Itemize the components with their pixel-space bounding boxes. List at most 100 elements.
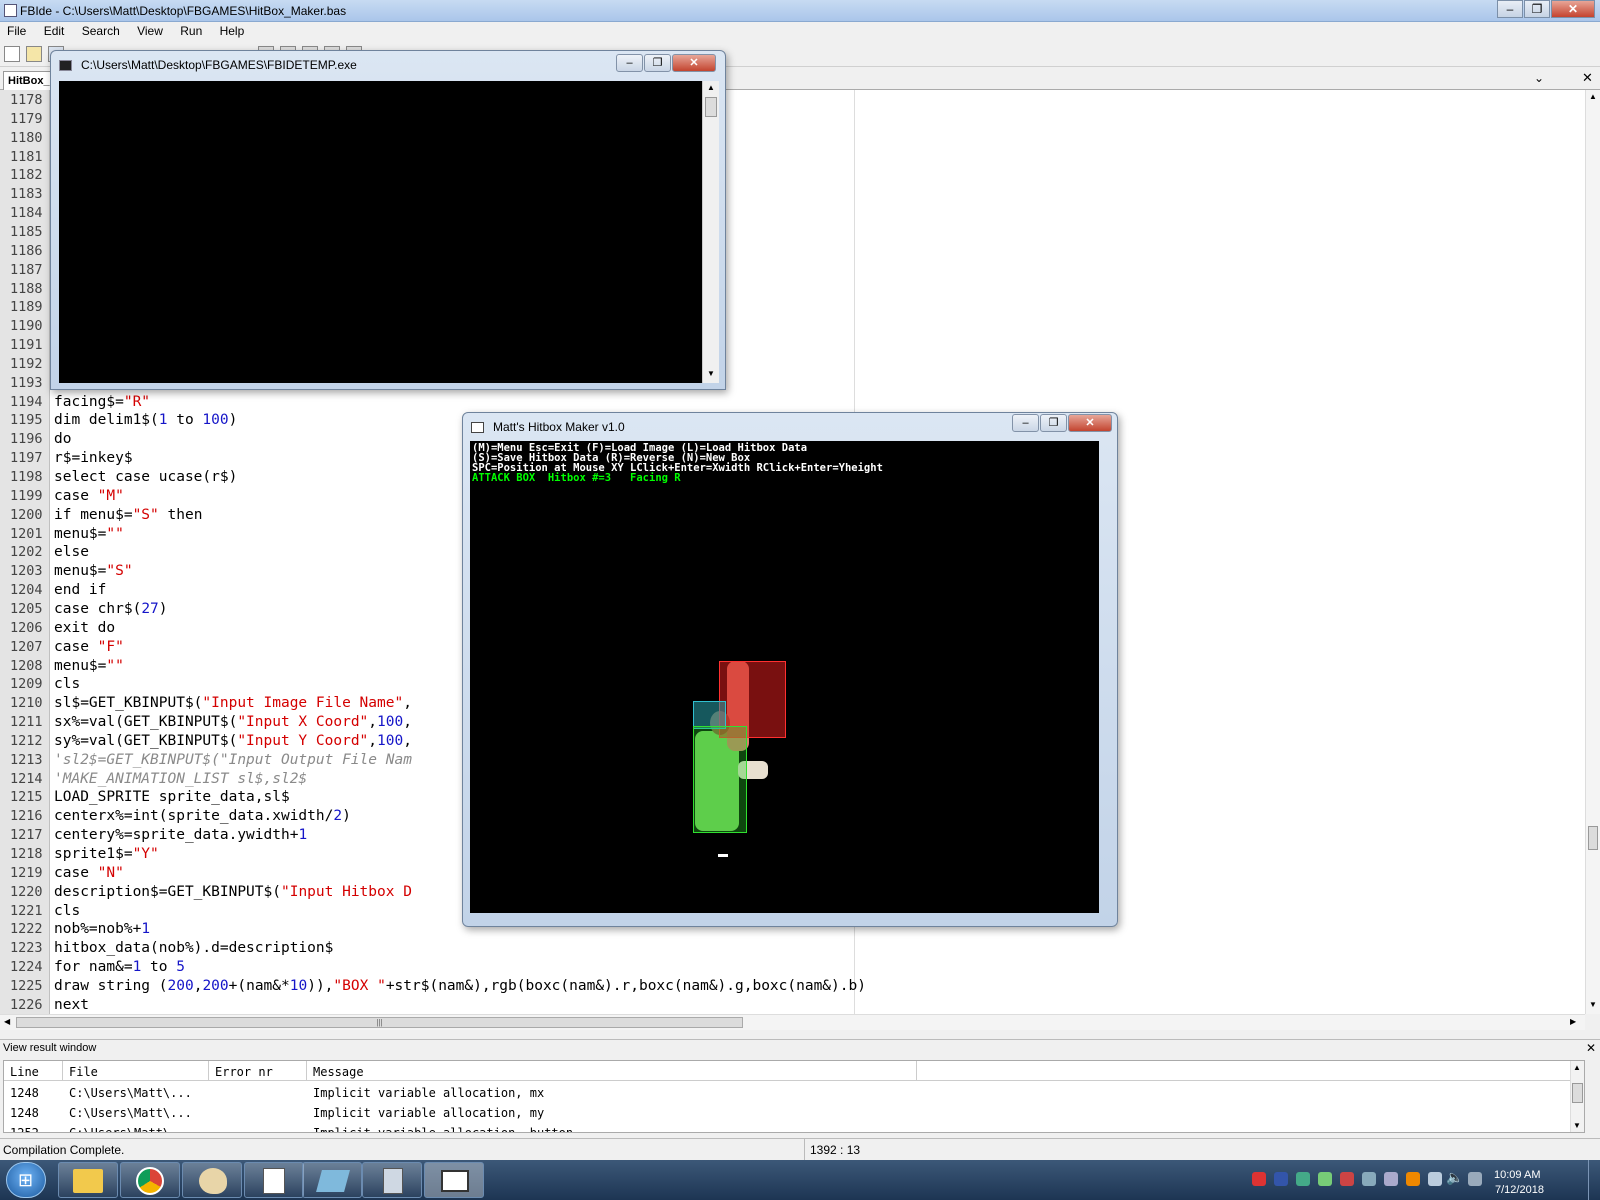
menu-search[interactable]: Search bbox=[75, 22, 127, 40]
code-line[interactable]: LOAD_SPRITE sprite_data,sl$ bbox=[54, 789, 290, 805]
result-cell-message[interactable]: Implicit variable allocation, my bbox=[307, 1106, 550, 1120]
console-scroll-thumb[interactable] bbox=[705, 97, 717, 117]
result-scroll-up-icon[interactable]: ▲ bbox=[1573, 1063, 1581, 1072]
open-file-icon[interactable] bbox=[26, 46, 42, 62]
code-line[interactable]: nob%=nob%+1 bbox=[54, 921, 150, 937]
code-line[interactable]: menu$="S" bbox=[54, 563, 133, 579]
close-tab-icon[interactable]: ✕ bbox=[1582, 70, 1593, 86]
console-scroll-up-icon[interactable]: ▲ bbox=[707, 83, 715, 92]
console-window[interactable]: C:\Users\Matt\Desktop\FBGAMES\FBIDETEMP.… bbox=[50, 50, 726, 390]
scroll-left-icon[interactable]: ◀ bbox=[4, 1017, 10, 1026]
tray-network-monitor-icon[interactable] bbox=[1296, 1172, 1310, 1186]
tray-keyboard-icon[interactable] bbox=[1468, 1172, 1482, 1186]
code-line[interactable]: 'MAKE_ANIMATION_LIST sl$,sl2$ bbox=[54, 771, 307, 787]
code-line[interactable]: end if bbox=[54, 582, 106, 598]
code-line[interactable]: description$=GET_KBINPUT$("Input Hitbox … bbox=[54, 884, 412, 900]
result-cell-file[interactable]: C:\Users\Matt\... bbox=[63, 1126, 198, 1132]
code-line[interactable]: case "M" bbox=[54, 488, 124, 504]
hitbox-canvas[interactable]: (M)=Menu Esc=Exit (F)=Load Image (L)=Loa… bbox=[470, 441, 1099, 913]
console-close-button[interactable]: ✕ bbox=[672, 54, 716, 72]
menu-help[interactable]: Help bbox=[213, 22, 252, 40]
menu-view[interactable]: View bbox=[130, 22, 170, 40]
code-line[interactable]: draw string (200,200+(nam&*10)),"BOX "+s… bbox=[54, 978, 866, 994]
result-cell-file[interactable]: C:\Users\Matt\... bbox=[63, 1086, 198, 1100]
tray-network-icon[interactable] bbox=[1428, 1172, 1442, 1186]
code-line[interactable]: sy%=val(GET_KBINPUT$("Input Y Coord",100… bbox=[54, 733, 412, 749]
tray-security-icon[interactable] bbox=[1252, 1172, 1266, 1186]
hitbox-maximize-button[interactable]: ❐ bbox=[1040, 414, 1067, 432]
start-button[interactable]: ⊞ bbox=[6, 1162, 46, 1198]
code-line[interactable]: r$=inkey$ bbox=[54, 450, 133, 466]
hitbox-maker-window[interactable]: Matt's Hitbox Maker v1.0 – ❐ ✕ (M)=Menu … bbox=[462, 412, 1118, 927]
scroll-up-icon[interactable]: ▲ bbox=[1589, 92, 1597, 101]
result-cell-line[interactable]: 1248 bbox=[4, 1086, 45, 1100]
console-output-area[interactable] bbox=[59, 81, 702, 383]
taskbar-fbide[interactable] bbox=[302, 1162, 362, 1198]
vertical-scroll-thumb[interactable] bbox=[1588, 826, 1598, 850]
result-cell-line[interactable]: 1248 bbox=[4, 1106, 45, 1120]
horizontal-scroll-thumb[interactable]: ||| bbox=[16, 1017, 743, 1028]
taskbar-notepad[interactable] bbox=[244, 1162, 304, 1198]
scroll-right-icon[interactable]: ▶ bbox=[1570, 1017, 1576, 1026]
tray-display-icon[interactable] bbox=[1362, 1172, 1376, 1186]
tab-hitbox-maker[interactable]: HitBox_Maker.bas bbox=[3, 71, 53, 90]
chevron-down-icon[interactable]: ⌄ bbox=[1534, 71, 1544, 85]
maximize-button[interactable]: ❐ bbox=[1524, 0, 1550, 18]
tray-app-icon[interactable] bbox=[1340, 1172, 1354, 1186]
result-cell-line[interactable]: 1252 bbox=[4, 1126, 45, 1132]
menu-edit[interactable]: Edit bbox=[37, 22, 72, 40]
result-cell-file[interactable]: C:\Users\Matt\... bbox=[63, 1106, 198, 1120]
code-line[interactable]: cls bbox=[54, 676, 80, 692]
code-line[interactable]: case chr$(27) bbox=[54, 601, 168, 617]
code-line[interactable]: for nam&=1 to 5 bbox=[54, 959, 185, 975]
console-scroll-down-icon[interactable]: ▼ bbox=[707, 369, 715, 378]
code-line[interactable]: facing$="R" bbox=[54, 394, 150, 410]
hitbox-minimize-button[interactable]: – bbox=[1012, 414, 1039, 432]
console-maximize-button[interactable]: ❐ bbox=[644, 54, 671, 72]
code-line[interactable]: centery%=sprite_data.ywidth+1 bbox=[54, 827, 307, 843]
tray-time[interactable]: 10:09 AM bbox=[1494, 1169, 1540, 1181]
taskbar-calculator[interactable] bbox=[362, 1162, 422, 1198]
code-line[interactable]: menu$="" bbox=[54, 658, 124, 674]
hurt-hitbox-head[interactable] bbox=[693, 701, 726, 729]
hurt-hitbox-body[interactable] bbox=[693, 726, 747, 833]
new-file-icon[interactable] bbox=[4, 46, 20, 62]
close-result-icon[interactable]: ✕ bbox=[1586, 1041, 1596, 1055]
code-line[interactable]: if menu$="S" then bbox=[54, 507, 202, 523]
tray-date[interactable]: 7/12/2018 bbox=[1495, 1184, 1544, 1196]
taskbar-chrome[interactable] bbox=[120, 1162, 180, 1198]
taskbar-paint[interactable] bbox=[182, 1162, 242, 1198]
code-line[interactable]: do bbox=[54, 431, 71, 447]
tray-malwarebytes-icon[interactable] bbox=[1274, 1172, 1288, 1186]
code-line[interactable]: next bbox=[54, 997, 89, 1013]
code-line[interactable]: 'sl2$=GET_KBINPUT$("Input Output File Na… bbox=[54, 752, 412, 768]
code-line[interactable]: case "N" bbox=[54, 865, 124, 881]
result-cell-message[interactable]: Implicit variable allocation, button bbox=[307, 1126, 579, 1132]
tray-update-icon[interactable] bbox=[1406, 1172, 1420, 1186]
code-line[interactable]: hitbox_data(nob%).d=description$ bbox=[54, 940, 333, 956]
editor-vertical-scrollbar[interactable]: ▲ ▼ bbox=[1585, 90, 1600, 1014]
code-line[interactable]: sl$=GET_KBINPUT$("Input Image File Name"… bbox=[54, 695, 412, 711]
code-line[interactable]: sx%=val(GET_KBINPUT$("Input X Coord",100… bbox=[54, 714, 412, 730]
tray-printer-icon[interactable] bbox=[1384, 1172, 1398, 1186]
column-header-error[interactable]: Error nr bbox=[209, 1061, 307, 1081]
code-line[interactable]: menu$="" bbox=[54, 526, 124, 542]
menu-run[interactable]: Run bbox=[173, 22, 209, 40]
column-header-file[interactable]: File bbox=[63, 1061, 209, 1081]
tray-check-icon[interactable] bbox=[1318, 1172, 1332, 1186]
code-line[interactable]: exit do bbox=[54, 620, 115, 636]
console-scrollbar[interactable]: ▲ ▼ bbox=[702, 81, 719, 383]
scroll-down-icon[interactable]: ▼ bbox=[1589, 1000, 1597, 1009]
code-line[interactable]: cls bbox=[54, 903, 80, 919]
result-scrollbar[interactable]: ▲ ▼ bbox=[1570, 1061, 1584, 1132]
taskbar-hitbox-maker[interactable] bbox=[424, 1162, 484, 1198]
editor-horizontal-scrollbar[interactable]: ◀ ||| ▶ bbox=[0, 1014, 1585, 1030]
console-minimize-button[interactable]: – bbox=[616, 54, 643, 72]
code-line[interactable]: case "F" bbox=[54, 639, 124, 655]
show-desktop-button[interactable] bbox=[1588, 1160, 1600, 1200]
main-titlebar[interactable]: FBIde - C:\Users\Matt\Desktop\FBGAMES\Hi… bbox=[0, 0, 1600, 22]
result-table[interactable]: Line File Error nr Message 1248 C:\Users\… bbox=[3, 1060, 1585, 1133]
hitbox-close-button[interactable]: ✕ bbox=[1068, 414, 1112, 432]
column-header-line[interactable]: Line bbox=[4, 1061, 63, 1081]
close-button[interactable]: ✕ bbox=[1551, 0, 1595, 18]
